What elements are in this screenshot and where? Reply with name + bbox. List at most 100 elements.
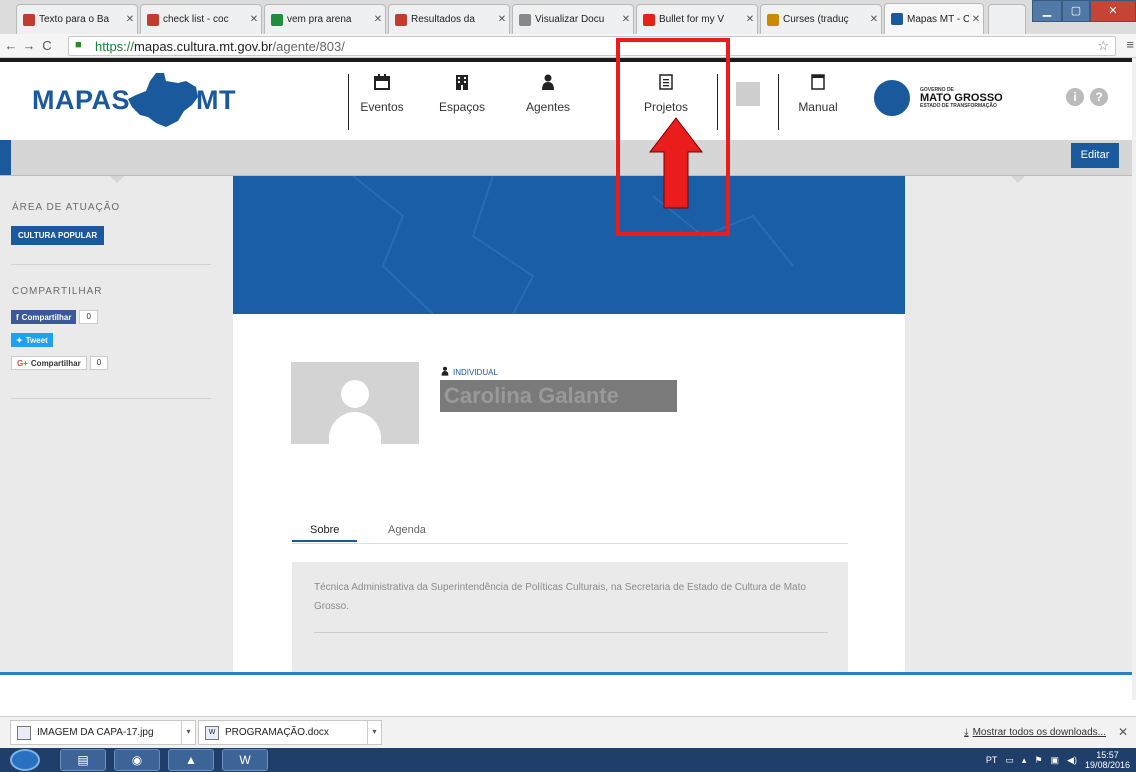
square-icon xyxy=(811,68,825,96)
close-tab-icon[interactable]: ✕ xyxy=(371,14,385,25)
about-section: Técnica Administrativa da Superintendênc… xyxy=(292,562,848,672)
site-header: MAPAS MT Eventos Espaços Agentes Projeto… xyxy=(0,58,1136,140)
mato-grosso-map-icon xyxy=(128,73,199,127)
close-tab-icon[interactable]: ✕ xyxy=(247,14,261,25)
explorer-icon[interactable]: ▤ xyxy=(60,749,106,771)
tweet-button[interactable]: ✦ Tweet xyxy=(11,333,53,347)
mapas-mt-logo[interactable]: MAPAS MT xyxy=(32,73,236,127)
download-item[interactable]: IMAGEM DA CAPA-17.jpg ▾ xyxy=(10,720,196,745)
browser-tab-active[interactable]: Mapas MT - Ca ✕ xyxy=(884,3,984,34)
bookmark-star-icon[interactable]: ☆ xyxy=(1097,38,1109,54)
google-share-count: 0 xyxy=(89,356,109,370)
gov-mt-logo[interactable]: GOVERNO DE MATO GROSSO ESTADO DE TRANSFO… xyxy=(874,80,1003,116)
nav-item-manual[interactable]: Manual xyxy=(788,68,848,132)
google-share[interactable]: G+ Compartilhar 0 xyxy=(11,356,109,370)
chevron-down-icon[interactable]: ▾ xyxy=(181,721,195,744)
nav-divider xyxy=(778,74,779,130)
left-sidebar: ÁREA DE ATUAÇÃO CULTURA POPULAR COMPARTI… xyxy=(0,176,233,672)
divider xyxy=(11,264,211,265)
close-tab-icon[interactable]: ✕ xyxy=(495,14,509,25)
browser-tab[interactable]: vem pra arena ✕ xyxy=(264,4,386,34)
profile-avatar xyxy=(291,362,419,444)
keyboard-icon[interactable]: ▭ xyxy=(1005,755,1014,766)
minimize-icon[interactable]: ▁ xyxy=(1032,0,1062,22)
photos-icon[interactable]: ▲ xyxy=(168,749,214,771)
nav-item-eventos[interactable]: Eventos xyxy=(352,68,412,132)
browser-tab[interactable]: check list - coc ✕ xyxy=(140,4,262,34)
nav-item-agentes[interactable]: Agentes xyxy=(518,68,578,132)
google-plus-icon: G+ xyxy=(17,358,28,368)
word-icon[interactable]: W xyxy=(222,749,268,771)
person-icon xyxy=(441,366,449,379)
twitter-icon: ✦ xyxy=(16,335,23,345)
close-window-icon[interactable]: ✕ xyxy=(1090,0,1136,22)
lock-icon: ■ xyxy=(75,39,82,51)
share-title: COMPARTILHAR xyxy=(12,286,103,297)
cover-map-pattern xyxy=(352,176,794,314)
new-tab-button[interactable] xyxy=(988,4,1026,34)
gmail-icon xyxy=(147,13,159,26)
person-icon xyxy=(541,68,555,96)
page-scrollbar[interactable] xyxy=(1132,58,1136,700)
address-bar: ← → C ■ https://mapas.cultura.mt.gov.br /… xyxy=(0,34,1136,58)
action-center-flag-icon[interactable]: ⚑ xyxy=(1034,755,1042,766)
nav-item-espacos[interactable]: Espaços xyxy=(432,68,492,132)
facebook-share-button[interactable]: f Compartilhar xyxy=(11,310,77,324)
close-tab-icon[interactable]: ✕ xyxy=(619,14,633,25)
close-tab-icon[interactable]: ✕ xyxy=(969,14,983,25)
reload-icon[interactable]: C xyxy=(38,38,56,53)
language-indicator[interactable]: PT xyxy=(986,755,998,765)
browser-tab[interactable]: Bullet for my V ✕ xyxy=(636,4,758,34)
help-icon[interactable]: ? xyxy=(1090,88,1108,106)
right-sidebar xyxy=(905,176,1136,672)
start-button[interactable] xyxy=(10,749,40,771)
info-icon[interactable]: i xyxy=(1066,88,1084,106)
caret-icon xyxy=(1011,176,1025,183)
word-file-icon: W xyxy=(205,725,219,740)
browser-tab[interactable]: Resultados da ✕ xyxy=(388,4,510,34)
building-icon xyxy=(455,68,469,96)
chevron-down-icon[interactable]: ▾ xyxy=(367,721,381,744)
back-icon[interactable]: ← xyxy=(2,38,20,53)
edit-bar: Editar xyxy=(0,140,1136,176)
profile-content: INDIVIDUAL Carolina Galante Sobre Agenda… xyxy=(233,314,905,672)
url-input[interactable]: ■ https://mapas.cultura.mt.gov.br/agente… xyxy=(68,36,1116,56)
maximize-icon[interactable]: ▢ xyxy=(1062,0,1090,22)
chrome-icon[interactable]: ◉ xyxy=(114,749,160,771)
facebook-share[interactable]: f Compartilhar 0 xyxy=(11,310,98,324)
browser-tab[interactable]: Visualizar Docu ✕ xyxy=(512,4,634,34)
user-avatar[interactable] xyxy=(736,82,760,106)
edit-button[interactable]: Editar xyxy=(1071,143,1119,168)
music-icon xyxy=(767,13,779,26)
volume-icon[interactable]: ◀) xyxy=(1067,755,1077,766)
calendar-icon xyxy=(374,68,390,96)
clock[interactable]: 15:57 19/08/2016 xyxy=(1085,750,1130,770)
browser-tab[interactable]: Texto para o Ba ✕ xyxy=(16,4,138,34)
show-hidden-icons[interactable]: ▴ xyxy=(1022,755,1027,766)
area-tag[interactable]: CULTURA POPULAR xyxy=(11,226,105,245)
download-item[interactable]: W PROGRAMAÇÃO.docx ▾ xyxy=(198,720,382,745)
area-title: ÁREA DE ATUAÇÃO xyxy=(12,202,121,213)
close-tab-icon[interactable]: ✕ xyxy=(867,14,881,25)
tab-sobre[interactable]: Sobre xyxy=(292,524,358,542)
download-shelf: IMAGEM DA CAPA-17.jpg ▾ W PROGRAMAÇÃO.do… xyxy=(0,716,1136,748)
close-tab-icon[interactable]: ✕ xyxy=(743,14,757,25)
network-icon[interactable]: ▣ xyxy=(1051,755,1060,766)
agent-type: INDIVIDUAL xyxy=(441,366,498,379)
forward-icon[interactable]: → xyxy=(20,38,38,53)
show-all-downloads-link[interactable]: ⤓ Mostrar todos os downloads... xyxy=(964,727,1106,738)
gmail-icon xyxy=(23,13,35,26)
facebook-share-count: 0 xyxy=(79,310,98,324)
browser-menu-icon[interactable]: ≡ xyxy=(1126,37,1134,52)
close-shelf-icon[interactable]: ✕ xyxy=(1118,725,1128,739)
close-tab-icon[interactable]: ✕ xyxy=(123,14,137,25)
divider xyxy=(314,632,828,633)
browser-tab[interactable]: Curses (traduç ✕ xyxy=(760,4,882,34)
tab-agenda[interactable]: Agenda xyxy=(388,524,426,536)
profile-tabs: Sobre Agenda xyxy=(292,520,848,544)
agent-name: Carolina Galante xyxy=(440,380,677,412)
twitter-share[interactable]: ✦ Tweet xyxy=(11,333,53,347)
google-share-button[interactable]: G+ Compartilhar xyxy=(11,356,87,370)
windows-taskbar: ▤ ◉ ▲ W PT ▭ ▴ ⚑ ▣ ◀) 15:57 19/08/2016 xyxy=(0,748,1136,772)
edit-bar-accent xyxy=(0,140,11,175)
